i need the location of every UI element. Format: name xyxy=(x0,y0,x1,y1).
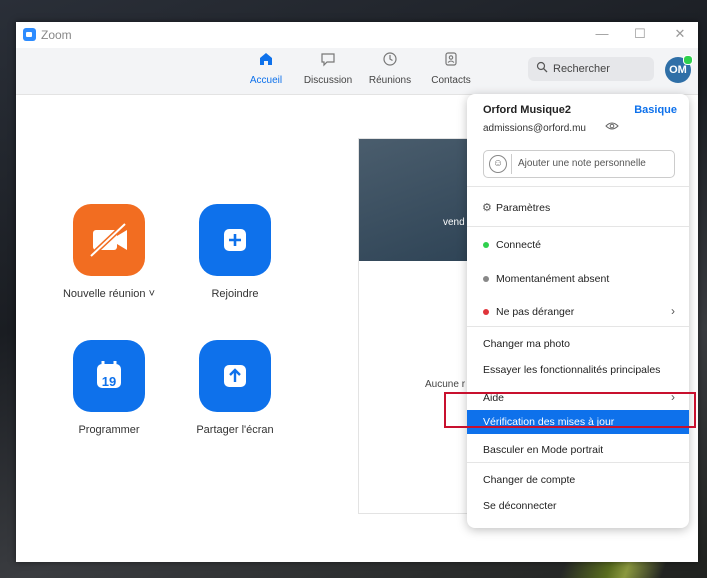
share-screen-label: Partager l'écran xyxy=(196,424,274,436)
menu-item-mode-portrait[interactable]: Basculer en Mode portrait xyxy=(467,438,689,462)
schedule-label: Programmer xyxy=(78,424,140,436)
calendar-day: 19 xyxy=(101,374,117,389)
menu-item-essayer-fonctionnalites[interactable]: Essayer les fonctionnalités principales xyxy=(467,358,689,382)
menu-item-label: Se déconnecter xyxy=(483,500,557,512)
profile-email: admissions@orford.mu xyxy=(483,123,586,134)
personal-note-field[interactable]: ☺ Ajouter une note personnelle xyxy=(483,150,675,178)
plus-icon xyxy=(224,229,246,251)
menu-divider xyxy=(467,226,689,227)
note-separator xyxy=(511,154,512,174)
search-icon xyxy=(536,61,548,76)
card-empty-text: Aucune r xyxy=(425,379,466,390)
menu-item-label: Changer ma photo xyxy=(483,338,570,350)
online-status-dot xyxy=(683,55,693,65)
video-off-icon xyxy=(89,222,127,258)
tab-contacts[interactable]: Contacts xyxy=(422,51,480,86)
title-bar: Zoom — ☐ ✕ xyxy=(16,22,698,48)
new-meeting-label: Nouvelle réunion ˅ xyxy=(62,288,156,300)
tab-label: Réunions xyxy=(368,75,412,86)
share-screen-action[interactable]: Partager l'écran xyxy=(175,340,295,436)
home-icon xyxy=(256,51,276,71)
menu-divider xyxy=(467,462,689,463)
close-button[interactable]: ✕ xyxy=(670,26,690,42)
card-header-image xyxy=(359,139,474,261)
menu-item-parametres[interactable]: ⚙ Paramètres xyxy=(467,196,689,220)
profile-menu: Orford Musique2 Basique admissions@orfor… xyxy=(467,94,689,528)
chat-icon xyxy=(318,51,338,71)
chevron-right-icon: › xyxy=(671,304,675,318)
tab-accueil[interactable]: Accueil xyxy=(237,51,295,86)
menu-item-se-deconnecter[interactable]: Se déconnecter xyxy=(467,494,689,518)
search-placeholder: Rechercher xyxy=(553,63,610,75)
menu-item-label: Paramètres xyxy=(496,202,551,214)
menu-item-label: Connecté xyxy=(496,239,541,251)
minimize-button[interactable]: — xyxy=(592,26,612,41)
join-label: Rejoindre xyxy=(211,288,259,300)
zoom-window: Zoom — ☐ ✕ Accueil Discussion Réunions C… xyxy=(16,22,698,562)
clock-icon xyxy=(380,51,400,71)
status-dnd-dot xyxy=(483,309,489,315)
window-title: Zoom xyxy=(41,28,72,42)
schedule-button[interactable]: 19 xyxy=(73,340,145,412)
card-date-text: vend xyxy=(443,217,465,228)
smiley-icon[interactable]: ☺ xyxy=(489,155,507,173)
menu-item-connecte[interactable]: Connecté xyxy=(467,233,689,257)
menu-divider xyxy=(467,186,689,187)
gear-icon: ⚙ xyxy=(482,202,492,214)
eye-icon[interactable] xyxy=(605,121,619,134)
profile-name: Orford Musique2 xyxy=(483,104,572,116)
status-away-dot xyxy=(483,276,489,282)
tab-label: Discussion xyxy=(303,75,353,86)
maximize-button[interactable]: ☐ xyxy=(630,26,650,42)
tab-reunions[interactable]: Réunions xyxy=(361,51,419,86)
share-screen-button[interactable] xyxy=(199,340,271,412)
join-button[interactable] xyxy=(199,204,271,276)
menu-item-label: Ne pas déranger xyxy=(496,306,575,318)
tab-label: Contacts xyxy=(431,75,471,86)
status-online-dot xyxy=(483,242,489,248)
contacts-icon xyxy=(441,51,461,71)
menu-item-label: Changer de compte xyxy=(483,474,576,486)
menu-divider xyxy=(467,326,689,327)
join-action[interactable]: Rejoindre xyxy=(175,204,295,300)
menu-item-label: Momentanément absent xyxy=(496,273,610,285)
plan-badge[interactable]: Basique xyxy=(634,104,677,116)
tab-label: Accueil xyxy=(249,75,283,86)
new-meeting-action[interactable]: Nouvelle réunion ˅ xyxy=(49,204,169,300)
upcoming-meetings-card: vend Aucune r xyxy=(358,138,475,514)
menu-item-changer-photo[interactable]: Changer ma photo xyxy=(467,332,689,356)
new-meeting-button[interactable] xyxy=(73,204,145,276)
note-placeholder: Ajouter une note personnelle xyxy=(518,158,646,169)
tab-discussion[interactable]: Discussion xyxy=(299,51,357,86)
top-navbar: Accueil Discussion Réunions Contacts Rec… xyxy=(16,48,698,95)
menu-item-absent[interactable]: Momentanément absent xyxy=(467,267,689,291)
share-up-icon xyxy=(224,365,246,387)
annotation-highlight-box xyxy=(444,392,696,428)
menu-item-label: Basculer en Mode portrait xyxy=(483,444,604,456)
menu-item-ne-pas-deranger[interactable]: Ne pas déranger › xyxy=(467,300,689,324)
schedule-action[interactable]: 19 Programmer xyxy=(49,340,169,436)
menu-item-changer-compte[interactable]: Changer de compte xyxy=(467,468,689,492)
search-input[interactable]: Rechercher xyxy=(528,57,654,81)
zoom-logo-icon xyxy=(23,28,36,41)
chevron-down-icon[interactable]: ˅ xyxy=(149,288,155,300)
menu-item-label: Essayer les fonctionnalités principales xyxy=(483,364,661,376)
